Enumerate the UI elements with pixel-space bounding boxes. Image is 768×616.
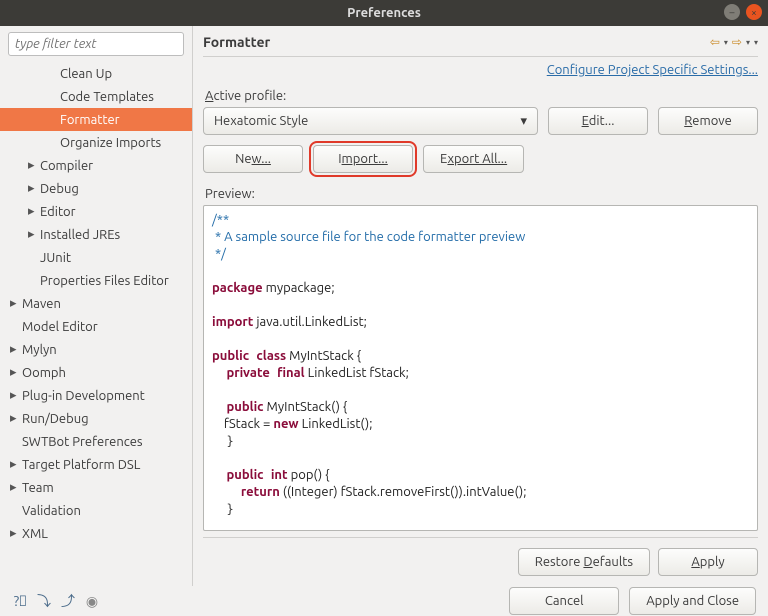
cancel-button[interactable]: Cancel (509, 587, 619, 615)
tree-item[interactable]: Validation (0, 499, 192, 522)
expand-icon[interactable]: ▸ (28, 204, 40, 219)
tree-item-label: XML (22, 527, 48, 541)
tree-item[interactable]: ▸Team (0, 476, 192, 499)
preview-label: Preview: (205, 187, 756, 201)
nav-back-icon[interactable]: ⇦ (710, 35, 720, 49)
preferences-tree[interactable]: Clean Up Code Templates Formatter Organize … (0, 62, 192, 586)
tree-item[interactable]: Formatter (0, 108, 192, 131)
new-button[interactable]: New... (203, 145, 303, 173)
export-all-button[interactable]: Export All... (423, 145, 524, 173)
tree-item[interactable]: Properties Files Editor (0, 269, 192, 292)
tree-item[interactable]: SWTBot Preferences (0, 430, 192, 453)
expand-icon[interactable]: ▸ (28, 227, 40, 242)
active-profile-label: Active profile: (205, 89, 756, 103)
tree-item-label: Run/Debug (22, 412, 89, 426)
apply-button[interactable]: Apply (658, 548, 758, 576)
apply-and-close-button[interactable]: Apply and Close (629, 587, 756, 615)
tree-item-label: SWTBot Preferences (22, 435, 143, 449)
expand-icon[interactable]: ▸ (10, 365, 22, 380)
tree-item-label: Code Templates (60, 90, 154, 104)
nav-history-icons: ⇦▾ ⇨▾ ▾ (710, 35, 758, 49)
tree-item[interactable]: ▸Compiler (0, 154, 192, 177)
preview-editor: /** * A sample source file for the code … (203, 205, 758, 531)
tree-item-label: Properties Files Editor (40, 274, 169, 288)
record-icon[interactable]: ◉ (84, 593, 100, 609)
tree-item[interactable]: ▸Installed JREs (0, 223, 192, 246)
tree-item[interactable]: Model Editor (0, 315, 192, 338)
tree-item-label: Target Platform DSL (22, 458, 140, 472)
import-prefs-icon[interactable]: ⤵ (36, 593, 52, 609)
expand-icon[interactable]: ▸ (10, 411, 22, 426)
tree-item[interactable]: ▸Plug-in Development (0, 384, 192, 407)
window-title: Preferences (347, 6, 421, 20)
menu-caret-icon[interactable]: ▾ (754, 38, 758, 47)
expand-icon[interactable]: ▸ (10, 342, 22, 357)
tree-item[interactable]: ▸Debug (0, 177, 192, 200)
nav-forward-icon[interactable]: ⇨ (732, 35, 742, 49)
expand-icon[interactable]: ▸ (10, 388, 22, 403)
chevron-down-icon: ▾ (520, 114, 527, 129)
tree-item-label: Compiler (40, 159, 93, 173)
profile-value: Hexatomic Style (214, 114, 308, 128)
tree-item-label: Installed JREs (40, 228, 120, 242)
expand-icon[interactable]: ▸ (28, 158, 40, 173)
tree-item[interactable]: Code Templates (0, 85, 192, 108)
tree-item-label: Editor (40, 205, 76, 219)
expand-icon[interactable]: ▸ (10, 526, 22, 541)
tree-item-label: Oomph (22, 366, 66, 380)
restore-defaults-button[interactable]: Restore Defaults (518, 548, 650, 576)
tree-item-label: Model Editor (22, 320, 98, 334)
page-title: Formatter (203, 34, 270, 50)
profile-select[interactable]: Hexatomic Style ▾ (203, 107, 538, 135)
configure-project-link[interactable]: Configure Project Specific Settings... (547, 63, 758, 77)
tree-item-label: Clean Up (60, 67, 112, 81)
import-button[interactable]: Import... (313, 145, 413, 173)
help-icon[interactable]: ?⃝ (12, 593, 28, 609)
tree-item-label: JUnit (40, 251, 71, 265)
tree-item-label: Organize Imports (60, 136, 161, 150)
tree-item[interactable]: JUnit (0, 246, 192, 269)
expand-icon[interactable]: ▸ (10, 457, 22, 472)
tree-item-label: Debug (40, 182, 79, 196)
expand-icon[interactable]: ▸ (28, 181, 40, 196)
tree-item[interactable]: ▸Mylyn (0, 338, 192, 361)
tree-item-label: Team (22, 481, 54, 495)
minimize-icon[interactable]: – (724, 4, 740, 20)
tree-item[interactable]: ▸Maven (0, 292, 192, 315)
tree-item-label: Plug-in Development (22, 389, 145, 403)
tree-item-label: Validation (22, 504, 81, 518)
expand-icon[interactable]: ▸ (10, 296, 22, 311)
tree-item-label: Maven (22, 297, 61, 311)
tree-item[interactable]: ▸Oomph (0, 361, 192, 384)
close-icon[interactable]: × (746, 4, 762, 20)
filter-input[interactable] (8, 32, 184, 56)
tree-item[interactable]: ▸XML (0, 522, 192, 545)
tree-item-label: Formatter (60, 113, 120, 127)
tree-item[interactable]: ▸Editor (0, 200, 192, 223)
expand-icon[interactable]: ▸ (10, 480, 22, 495)
tree-item-label: Mylyn (22, 343, 57, 357)
tree-item[interactable]: ▸Run/Debug (0, 407, 192, 430)
tree-item[interactable]: Clean Up (0, 62, 192, 85)
remove-button[interactable]: Remove (658, 107, 758, 135)
export-prefs-icon[interactable]: ⤴ (60, 593, 76, 609)
edit-button[interactable]: Edit... (548, 107, 648, 135)
tree-item[interactable]: Organize Imports (0, 131, 192, 154)
tree-item[interactable]: ▸Target Platform DSL (0, 453, 192, 476)
preferences-tree-panel: Clean Up Code Templates Formatter Organize … (0, 26, 193, 586)
title-bar: Preferences – × (0, 0, 768, 26)
